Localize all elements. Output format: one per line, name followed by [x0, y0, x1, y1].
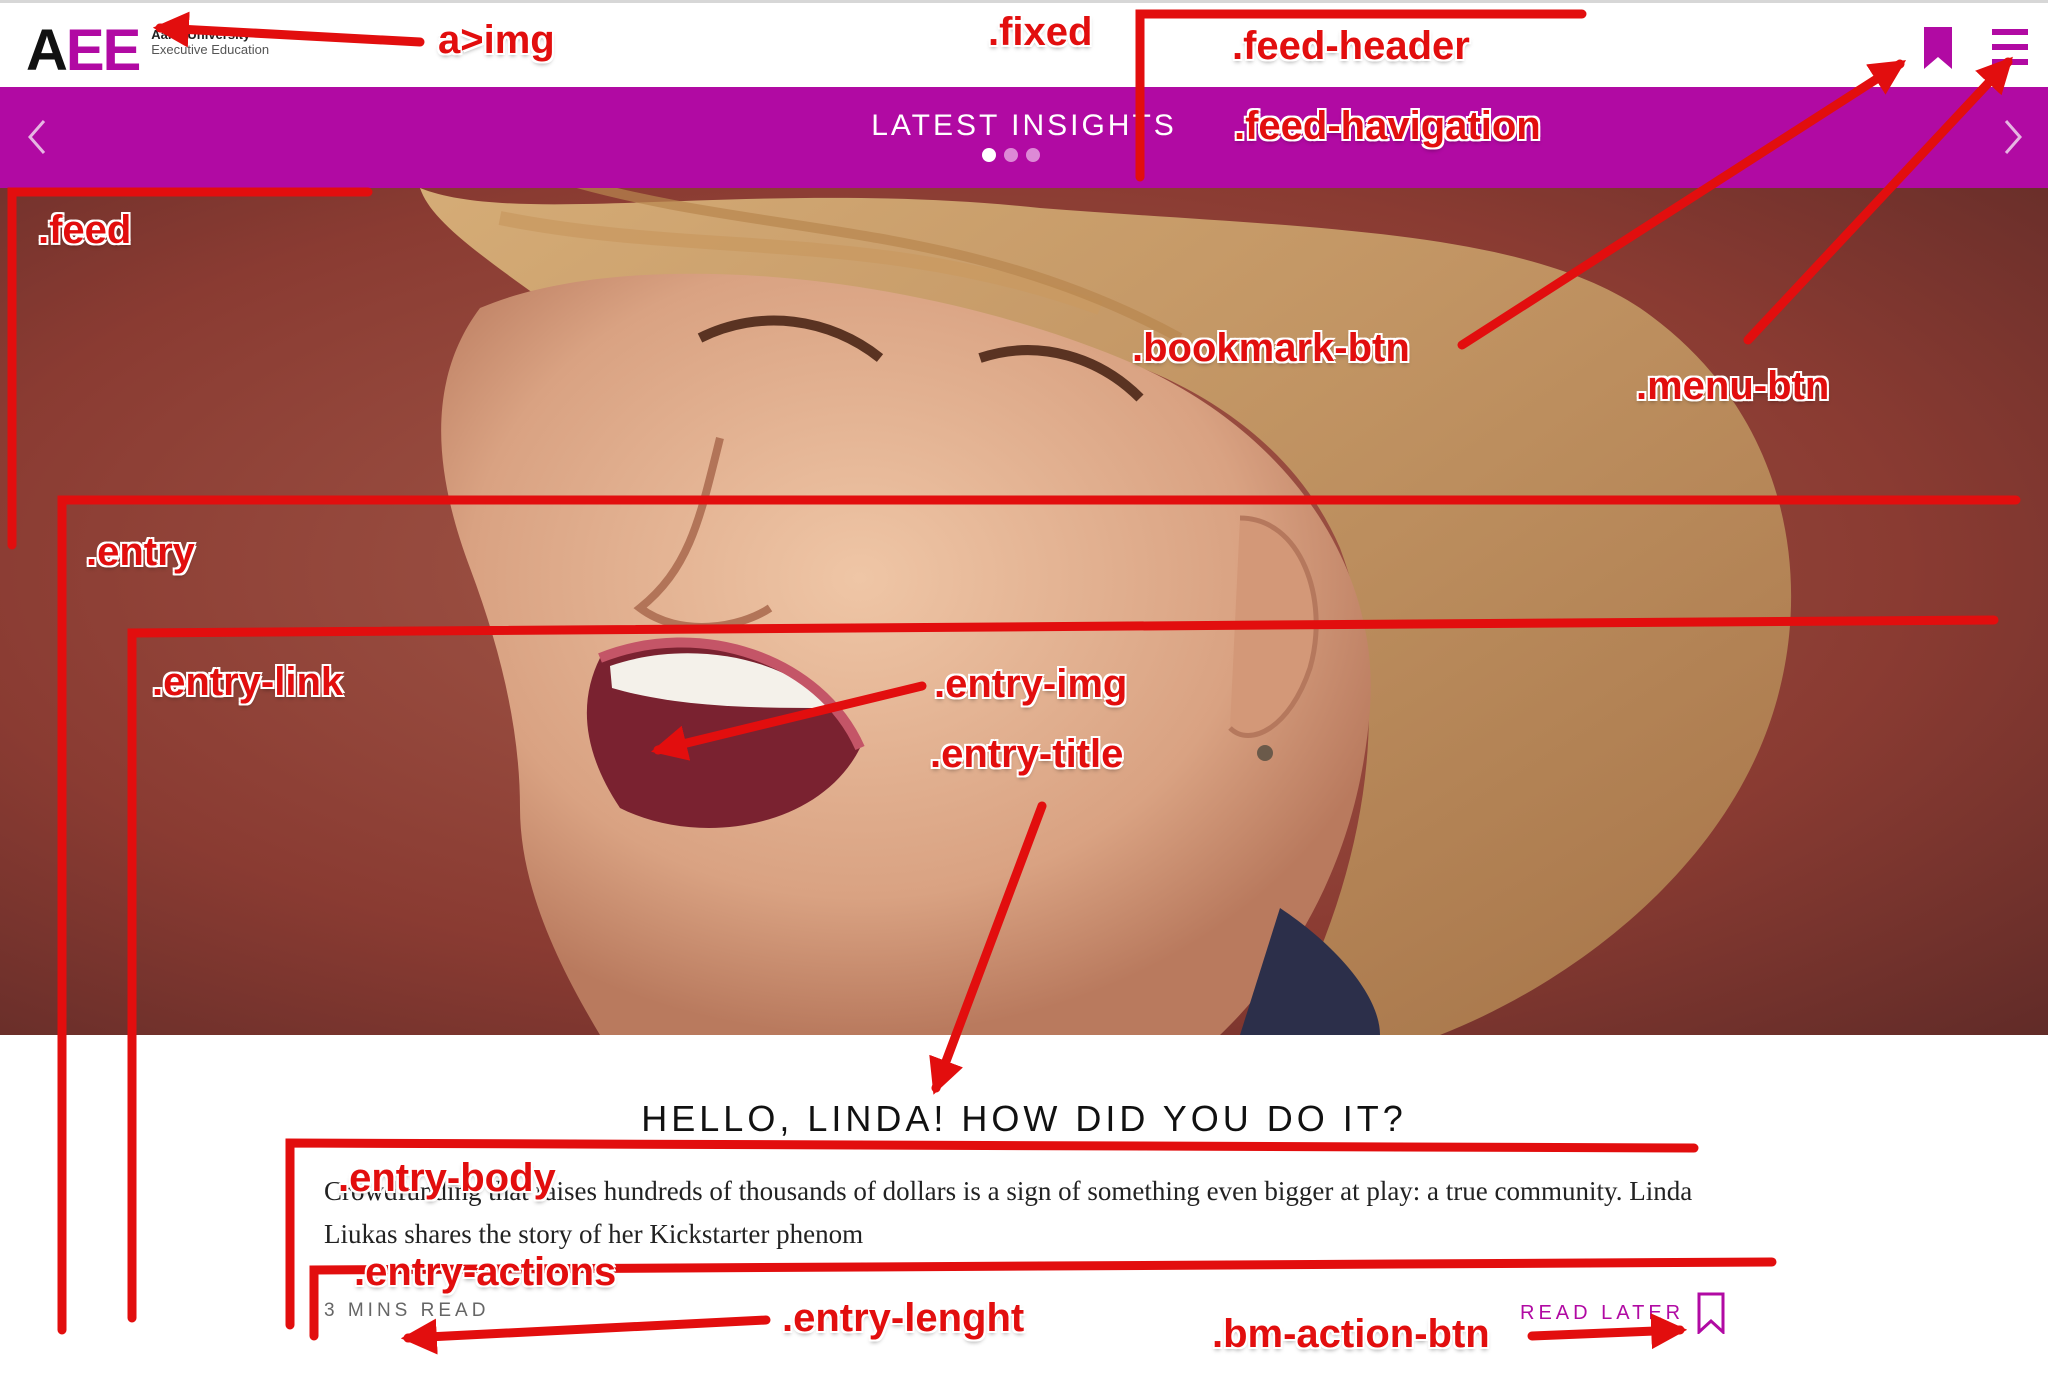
chevron-right-icon[interactable]	[1998, 117, 2028, 157]
menu-icon-bar	[1992, 29, 2028, 35]
entry-image[interactable]	[0, 188, 2048, 1035]
annot-bm-action-btn: .bm-action-btn	[1212, 1312, 1490, 1356]
annot-entry-length: .entry-lenght	[782, 1296, 1025, 1340]
menu-icon-bar	[1992, 59, 2028, 65]
read-later-button[interactable]: READ LATER	[1520, 1292, 1726, 1334]
read-later-label: READ LATER	[1520, 1301, 1685, 1324]
menu-button[interactable]	[1992, 29, 2028, 67]
page: AEE Aalto University Executive Education…	[0, 0, 2048, 1369]
logo-link[interactable]: AEE Aalto University Executive Education	[26, 21, 269, 81]
bookmark-outline-icon	[1697, 1292, 1725, 1334]
carousel-dot[interactable]	[1004, 148, 1018, 162]
logo-letters-ee: EE	[65, 18, 141, 83]
feed-header: AEE Aalto University Executive Education	[0, 0, 2048, 87]
carousel-dot[interactable]	[1026, 148, 1040, 162]
carousel-dots	[982, 148, 1040, 162]
logo-letter-a: A	[26, 18, 68, 83]
carousel-dot[interactable]	[982, 148, 996, 162]
bookmark-button[interactable]	[1922, 27, 1954, 69]
nav-title: LATEST INSIGHTS	[871, 109, 1177, 142]
logo-mark: AEE	[26, 18, 141, 83]
logo-line-2: Executive Education	[151, 42, 270, 57]
entry-title[interactable]: HELLO, LINDA! HOW DID YOU DO IT?	[0, 1098, 2048, 1140]
menu-icon-bar	[1992, 44, 2028, 50]
entry-length: 3 MINS READ	[324, 1300, 490, 1321]
logo-text: Aalto University Executive Education	[151, 27, 269, 57]
entry-body: Crowdfunding that raises hundreds of tho…	[324, 1176, 1693, 1249]
bookmark-icon	[1924, 27, 1952, 69]
feed-navigation: LATEST INSIGHTS	[0, 87, 2048, 188]
logo-line-1: Aalto University	[151, 27, 251, 42]
annot-entry-actions: .entry-actions	[354, 1250, 617, 1294]
entry-photo	[0, 188, 2048, 1035]
